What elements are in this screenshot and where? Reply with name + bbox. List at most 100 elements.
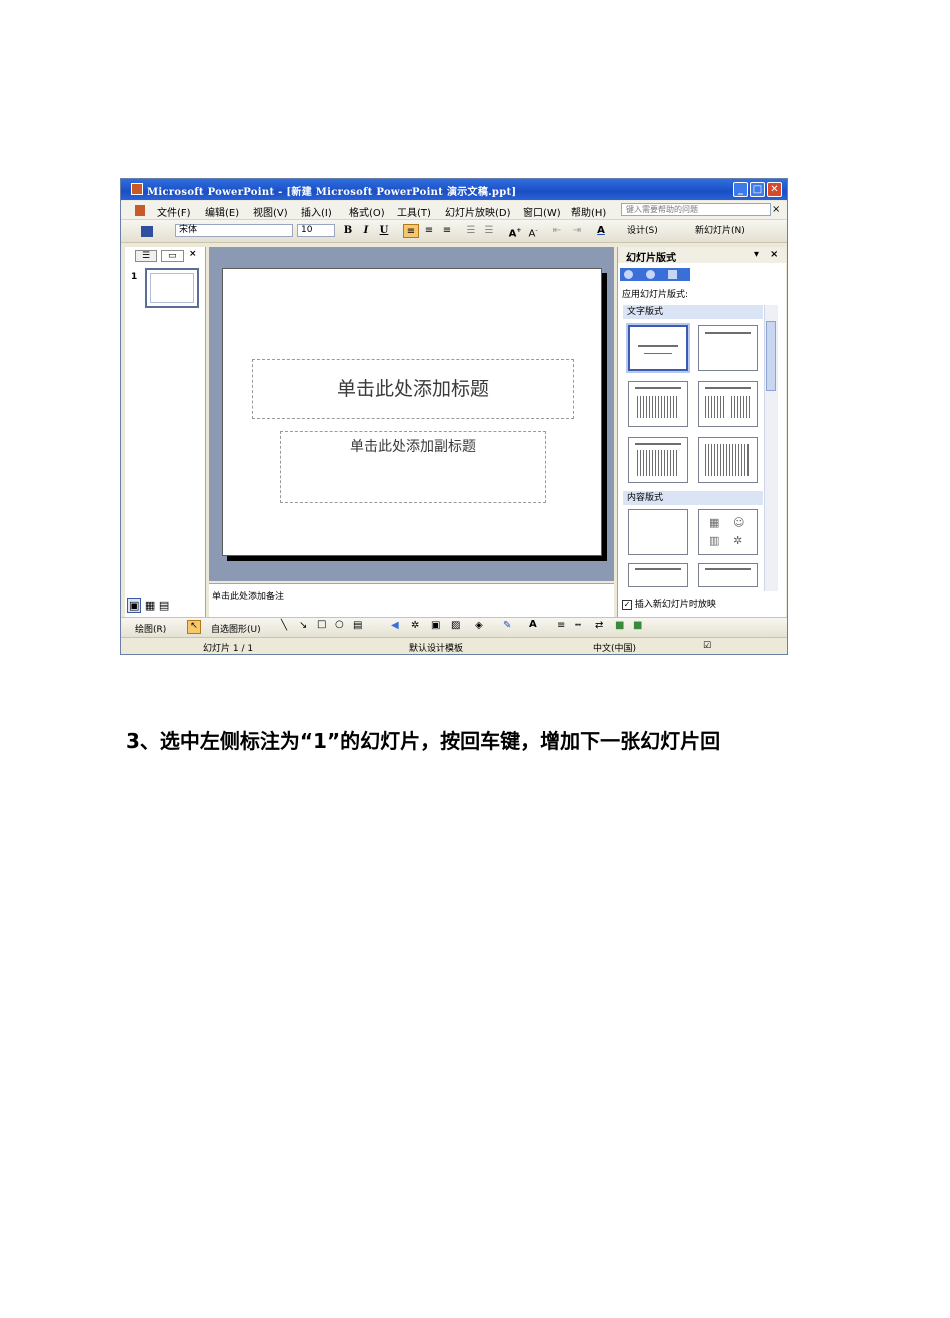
close-button[interactable]: ✕ (767, 182, 782, 197)
status-language: 中文(中国) (593, 644, 637, 654)
oval-icon[interactable]: ○ (335, 619, 344, 630)
align-center-icon[interactable]: ≡ (421, 224, 437, 238)
menu-file[interactable]: 文件(F) (157, 204, 191, 219)
arrow-style-icon[interactable]: ⇄ (595, 620, 603, 631)
textbox-icon[interactable]: ▤ (353, 620, 362, 631)
line-color-icon[interactable]: ✎ (503, 620, 511, 631)
task-pane-title: 幻灯片版式 (626, 253, 676, 264)
pane-close-button[interactable]: × (189, 249, 197, 259)
autoshapes-button[interactable]: 自选图形(U) (211, 622, 261, 635)
bullets-icon[interactable]: ☰ (481, 224, 497, 238)
decrease-font-icon[interactable]: A- (525, 224, 541, 239)
menu-bar: 文件(F) 编辑(E) 视图(V) 插入(I) 格式(O) 工具(T) 幻灯片放… (121, 201, 787, 220)
menu-tools[interactable]: 工具(T) (397, 204, 431, 219)
minimize-button[interactable]: _ (733, 182, 748, 197)
task-pane-menu-icon[interactable]: ▾ (754, 249, 759, 260)
decrease-indent-icon[interactable]: ⇤ (549, 224, 565, 238)
diagram-tool-icon[interactable]: ✲ (411, 620, 419, 631)
menu-format[interactable]: 格式(O) (349, 204, 385, 219)
menu-edit[interactable]: 编辑(E) (205, 204, 239, 219)
numbering-icon[interactable]: ☰ (463, 224, 479, 238)
select-arrow-icon[interactable]: ↖ (187, 620, 201, 634)
layout-title-slide[interactable] (628, 325, 688, 371)
show-on-insert-checkbox[interactable]: ✓ 插入新幻灯片时放映 (622, 597, 716, 610)
design-button[interactable]: 设计(S) (627, 224, 681, 238)
italic-button[interactable]: I (359, 224, 373, 238)
picture-icon[interactable]: ▨ (451, 620, 460, 631)
increase-font-icon[interactable]: A+ (507, 224, 523, 239)
align-left-icon[interactable]: ≡ (403, 224, 419, 238)
rectangle-icon[interactable]: □ (317, 619, 326, 630)
menu-insert[interactable]: 插入(I) (301, 204, 332, 219)
powerpoint-screenshot: Microsoft PowerPoint - [新建 Microsoft Pow… (120, 178, 788, 655)
save-icon[interactable] (141, 226, 153, 237)
spellcheck-icon: ☑ (703, 641, 712, 651)
arrow-icon[interactable]: ↘ (299, 620, 307, 631)
layout-content[interactable]: ▦ ☺ ▥ ✲ (698, 509, 758, 555)
status-bar: 幻灯片 1 / 1 默认设计模板 中文(中国) ☑ (121, 637, 787, 654)
sorter-view-icon[interactable]: ▦ (145, 599, 155, 612)
notes-pane[interactable]: 单击此处添加备注 (209, 583, 614, 618)
view-buttons: ▣ ▦ ▤ (127, 598, 169, 613)
subtitle-placeholder[interactable]: 单击此处添加副标题 (280, 431, 546, 503)
align-right-icon[interactable]: ≡ (439, 224, 455, 238)
menu-help[interactable]: 帮助(H) (571, 204, 606, 219)
forward-icon[interactable] (646, 270, 655, 279)
fill-color-icon[interactable]: ◈ (475, 620, 483, 631)
line-icon[interactable]: ╲ (281, 620, 287, 631)
home-icon[interactable] (668, 270, 677, 279)
menu-view[interactable]: 视图(V) (253, 204, 288, 219)
slide-number: 1 (131, 272, 138, 282)
layout-title-only[interactable] (698, 325, 758, 371)
new-slide-button[interactable]: 新幻灯片(N) (695, 224, 765, 238)
task-pane-nav (620, 268, 690, 281)
draw-menu-button[interactable]: 绘图(R) (135, 622, 166, 635)
window-titlebar[interactable]: Microsoft PowerPoint - [新建 Microsoft Pow… (121, 179, 787, 200)
clipart-icon: ☺ (733, 516, 745, 529)
back-icon[interactable] (624, 270, 633, 279)
checkbox-checked-icon[interactable]: ✓ (622, 600, 632, 610)
menu-slideshow[interactable]: 幻灯片放映(D) (445, 204, 511, 219)
increase-indent-icon[interactable]: ⇥ (569, 224, 585, 238)
line-style-icon[interactable]: ≡ (557, 620, 565, 631)
maximize-button[interactable]: □ (750, 182, 765, 197)
3d-icon[interactable]: ■ (633, 620, 642, 631)
text-layouts-header: 文字版式 (623, 305, 763, 319)
task-pane-close-button[interactable]: × (770, 249, 778, 260)
wordart-icon[interactable]: ◀ (391, 620, 399, 631)
layout-blank[interactable] (628, 509, 688, 555)
font-name-select[interactable]: 宋体 (175, 224, 293, 237)
layout-two-column-text[interactable] (698, 381, 758, 427)
layout-title-two-content[interactable] (698, 563, 758, 587)
table-icon: ▦ (709, 516, 720, 529)
layout-title-content[interactable] (628, 563, 688, 587)
layout-vertical-text[interactable] (628, 437, 688, 483)
font-color-icon[interactable]: A (593, 224, 609, 238)
help-search-input[interactable]: 键入需要帮助的问题 (621, 203, 771, 216)
pane-tabs: ☰ ▭ × (127, 249, 205, 263)
tab-outline[interactable]: ☰ (135, 250, 158, 262)
font-size-select[interactable]: 10 (297, 224, 335, 237)
tab-slides[interactable]: ▭ (161, 250, 184, 262)
shadow-icon[interactable]: ■ (615, 620, 624, 631)
draw-font-color-icon[interactable]: A (529, 619, 537, 630)
menu-window[interactable]: 窗口(W) (523, 204, 561, 219)
layout-vertical-title-text[interactable] (698, 437, 758, 483)
close-document-button[interactable]: × (772, 204, 780, 215)
slideshow-view-icon[interactable]: ▤ (159, 599, 169, 612)
layout-title-text[interactable] (628, 381, 688, 427)
normal-view-icon[interactable]: ▣ (127, 598, 142, 613)
underline-button[interactable]: U (377, 224, 391, 238)
chart-icon: ▥ (709, 534, 720, 547)
instruction-text: 3、选中左侧标注为“1”的幻灯片，按回车键，增加下一张幻灯片回 (126, 729, 721, 753)
dash-style-icon[interactable]: ┅ (575, 620, 581, 631)
layouts-scrollbar[interactable] (764, 305, 778, 591)
status-template: 默认设计模板 (409, 644, 464, 654)
clipart-tool-icon[interactable]: ▣ (431, 620, 440, 631)
formatting-toolbar: 宋体 10 B I U ≡ ≡ ≡ ☰ ☰ A+ A- ⇤ ⇥ A 设计(S) … (121, 220, 787, 243)
title-placeholder[interactable]: 单击此处添加标题 (252, 359, 574, 419)
slide-thumbnail[interactable] (145, 268, 199, 308)
task-pane: 幻灯片版式 ▾ × 应用幻灯片版式: 文字版式 内容版式 ▦ ☺ ▥ ✲ ✓ 插… (617, 247, 786, 617)
slide-canvas[interactable]: 单击此处添加标题 单击此处添加副标题 (222, 268, 602, 556)
bold-button[interactable]: B (341, 224, 355, 238)
